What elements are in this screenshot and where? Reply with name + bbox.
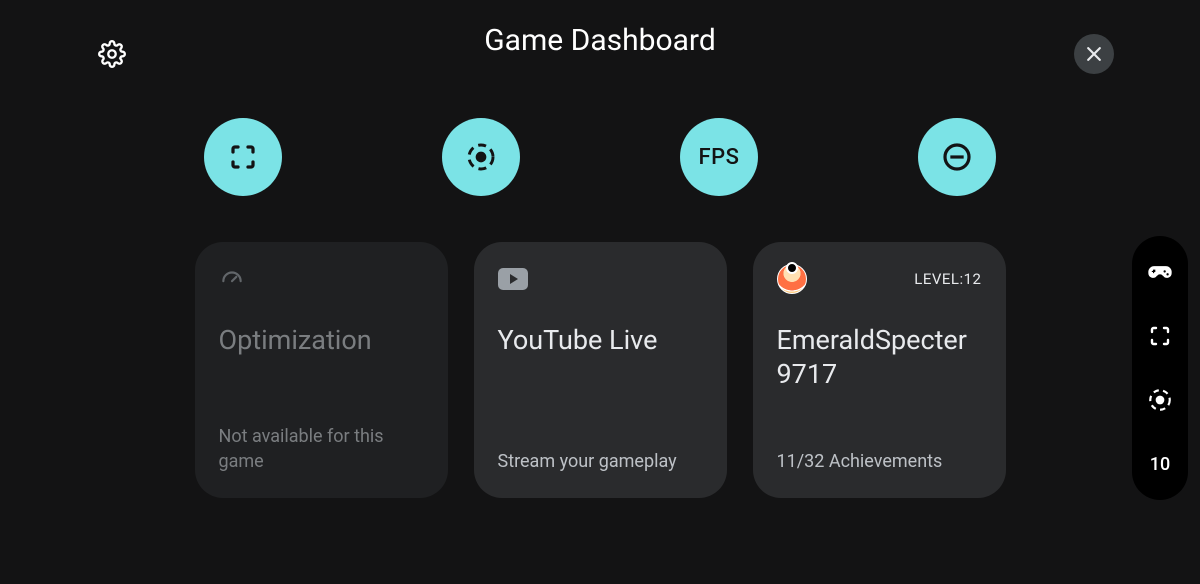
floating-fps-value[interactable]: 10 — [1140, 444, 1180, 484]
screenshot-button[interactable] — [204, 118, 282, 196]
floating-record-button[interactable] — [1140, 380, 1180, 420]
profile-card[interactable]: LEVEL:12 EmeraldSpecter9717 11/32 Achiev… — [753, 242, 1006, 498]
do-not-disturb-icon — [941, 141, 973, 173]
gear-icon — [98, 40, 126, 68]
card-title: EmeraldSpecter9717 — [777, 324, 982, 392]
avatar-icon — [777, 264, 807, 294]
card-subtitle: 11/32 Achievements — [777, 450, 982, 474]
fps-label: FPS — [699, 145, 740, 170]
card-subtitle: Not available for this game — [219, 425, 389, 474]
page-title: Game Dashboard — [484, 23, 716, 58]
screenshot-icon — [1148, 324, 1172, 348]
youtube-live-card[interactable]: YouTube Live Stream your gameplay — [474, 242, 727, 498]
youtube-icon — [498, 268, 528, 290]
card-subtitle: Stream your gameplay — [498, 450, 703, 474]
record-icon — [1147, 387, 1173, 413]
card-title: YouTube Live — [498, 324, 703, 358]
level-badge: LEVEL:12 — [914, 270, 981, 288]
header: Game Dashboard — [0, 0, 1200, 80]
gamepad-icon — [1146, 258, 1174, 286]
floating-gamepad-button[interactable] — [1140, 252, 1180, 292]
speedometer-icon — [219, 266, 245, 292]
close-icon — [1084, 44, 1104, 64]
record-button[interactable] — [442, 118, 520, 196]
optimization-card[interactable]: Optimization Not available for this game — [195, 242, 448, 498]
cards-row: Optimization Not available for this game… — [0, 242, 1200, 498]
fps-button[interactable]: FPS — [680, 118, 758, 196]
card-title: Optimization — [219, 324, 424, 358]
floating-screenshot-button[interactable] — [1140, 316, 1180, 356]
close-button[interactable] — [1074, 34, 1114, 74]
record-icon — [465, 141, 497, 173]
quick-actions-row: FPS — [0, 118, 1200, 196]
screenshot-icon — [228, 142, 258, 172]
settings-button[interactable] — [96, 38, 128, 70]
dnd-button[interactable] — [918, 118, 996, 196]
floating-action-bar: 10 — [1132, 236, 1188, 500]
